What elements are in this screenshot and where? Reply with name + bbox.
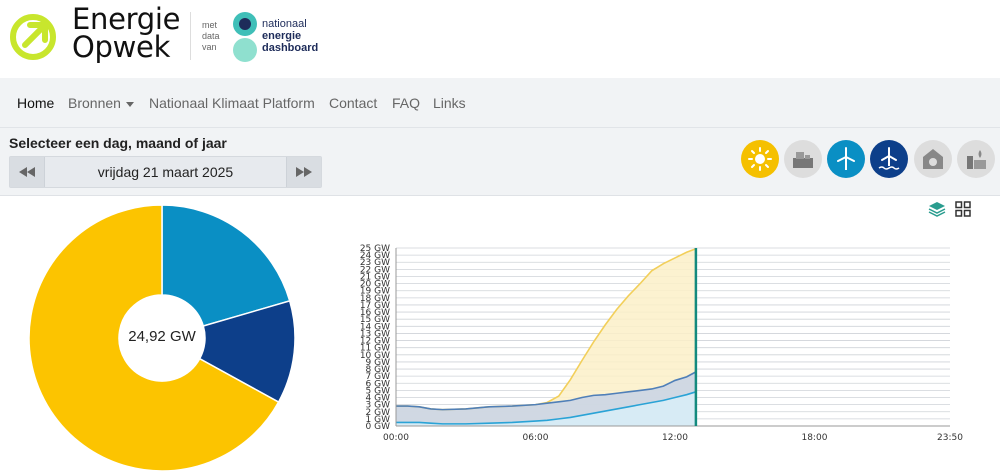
nav-klimaat-platform[interactable]: Nationaal Klimaat Platform [149,95,315,111]
source-toggle-wind-onshore[interactable] [827,140,865,178]
x-tick-label: 12:00 [662,433,688,443]
x-tick-label: 23:50 [937,433,963,443]
x-tick-label: 00:00 [383,433,409,443]
source-toggle-wind-offshore[interactable] [870,140,908,178]
sun-icon [748,147,772,171]
brand-name[interactable]: Energie Opwek [72,2,181,64]
power-plant-icon [793,152,813,168]
ned-text-3: dashboard [262,42,319,54]
x-tick-label: 06:00 [523,433,549,443]
logo-arrow-icon[interactable] [8,12,58,62]
layers-icon[interactable] [928,200,946,218]
biomass-icon [923,149,943,169]
partner-prefix: met data van [202,20,220,53]
site-header: Energie Opwek met data van nationaal ene… [0,0,1000,78]
offshore-wind-icon [878,147,900,170]
partner-prefix-3: van [202,42,217,52]
grid-view-icon[interactable] [954,200,972,218]
x-tick-label: 18:00 [801,433,827,443]
divider [190,12,191,60]
date-selector-panel: Selecteer een dag, maand of jaar vrijdag… [0,128,1000,196]
view-toggles [928,200,974,218]
main-navigation: Home Bronnen Nationaal Klimaat Platform … [0,78,1000,128]
brand-line2: Opwek [72,30,171,64]
nav-contact[interactable]: Contact [329,95,377,111]
date-navigator: vrijdag 21 maart 2025 [9,156,322,188]
partner-prefix-1: met [202,20,218,30]
y-tick-label: 25 GW [360,244,390,254]
source-toggle-solar[interactable] [741,140,779,178]
nav-bronnen[interactable]: Bronnen [68,95,134,111]
previous-day-button[interactable] [10,157,45,187]
wind-turbine-icon [837,147,855,170]
pie-total-label: 24,92 GW [128,328,196,345]
nav-bronnen-label: Bronnen [68,95,121,111]
ned-logo-text[interactable]: nationaal energie dashboard [262,18,318,54]
ned-logo-icon[interactable] [230,10,260,66]
ned-text-1: nationaal [262,18,307,30]
brand-line1: Energie [72,2,181,36]
ned-text-2: energie [262,30,302,42]
nav-home[interactable]: Home [17,95,54,111]
fast-forward-icon [296,167,312,177]
source-toggle-biomass[interactable] [914,140,952,178]
next-day-button[interactable] [286,157,321,187]
source-toggle-gas[interactable] [957,140,995,178]
selected-date[interactable]: vrijdag 21 maart 2025 [45,164,286,180]
chevron-down-icon [125,101,134,107]
rewind-icon [19,167,35,177]
gas-factory-icon [967,150,986,169]
partner-prefix-2: data [202,31,220,41]
nav-faq[interactable]: FAQ [392,95,420,111]
generation-area-chart: 0 GW1 GW2 GW3 GW4 GW5 GW6 GW7 GW8 GW9 GW… [360,244,963,443]
nav-links[interactable]: Links [433,95,466,111]
source-toggle-power-plant[interactable] [784,140,822,178]
selector-title: Selecteer een dag, maand of jaar [9,135,227,151]
